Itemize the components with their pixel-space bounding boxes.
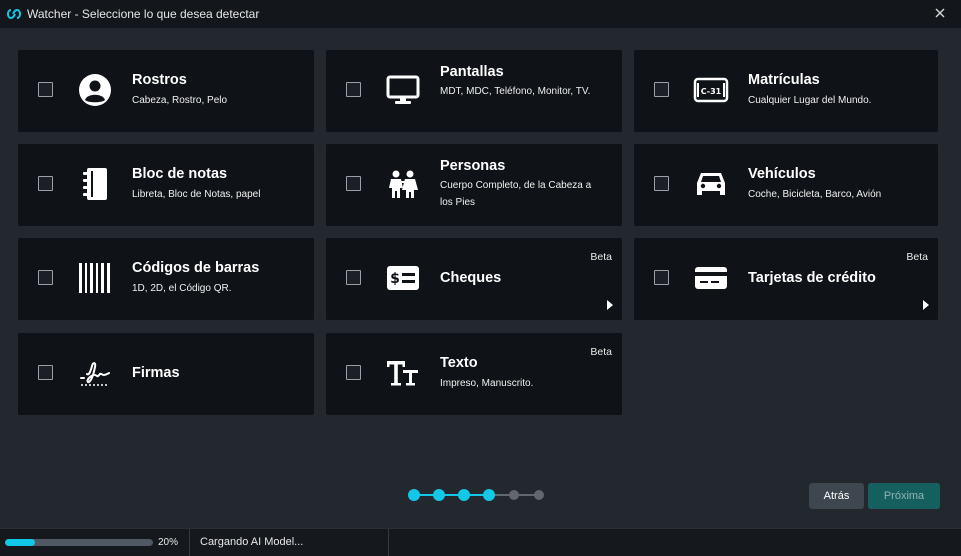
- text-icon: [384, 354, 422, 392]
- progress-percent: 20%: [158, 537, 179, 548]
- card-title: Firmas: [132, 365, 180, 381]
- option-card-bloc-de-notas[interactable]: Bloc de notas Libreta, Bloc de Notas, pa…: [18, 144, 314, 226]
- loading-progress-fill: [5, 539, 35, 546]
- next-button[interactable]: Próxima: [868, 483, 940, 509]
- rostros-checkbox[interactable]: [38, 82, 53, 97]
- option-card-matriculas[interactable]: C-31 Matrículas Cualquier Lugar del Mund…: [634, 50, 938, 132]
- step-dot-3: [458, 488, 470, 501]
- step-dot-1: [408, 488, 420, 501]
- people-icon: [384, 165, 422, 203]
- card-title: Matrículas: [748, 72, 820, 88]
- face-icon: [76, 71, 114, 109]
- credit-card-icon: [692, 259, 730, 297]
- step-dot-2: [433, 488, 445, 501]
- play-icon[interactable]: [923, 300, 929, 310]
- tarjetas-checkbox[interactable]: [654, 270, 669, 285]
- card-description: Coche, Bicicleta, Barco, Avión: [748, 189, 882, 200]
- card-description: Cuerpo Completo, de la Cabeza a los Pies: [440, 180, 592, 208]
- beta-badge: Beta: [590, 346, 612, 358]
- cheques-checkbox[interactable]: [346, 270, 361, 285]
- card-title: Texto: [440, 355, 478, 371]
- window-title: Watcher - Seleccione lo que desea detect…: [27, 7, 260, 21]
- notebook-icon: [76, 165, 114, 203]
- status-message: Cargando AI Model...: [200, 536, 304, 548]
- step-dot-4: [483, 488, 495, 501]
- step-dot-5: [509, 489, 519, 500]
- status-separator: [189, 529, 190, 556]
- card-description: MDT, MDC, Teléfono, Monitor, TV.: [440, 86, 591, 97]
- card-title: Cheques: [440, 270, 502, 286]
- card-title: Vehículos: [748, 166, 816, 182]
- option-card-personas[interactable]: Personas Cuerpo Completo, de la Cabeza a…: [326, 144, 622, 226]
- status-bar: 20% Cargando AI Model...: [0, 528, 961, 556]
- option-card-rostros[interactable]: Rostros Cabeza, Rostro, Pelo: [18, 50, 314, 132]
- codigos-checkbox[interactable]: [38, 270, 53, 285]
- back-button[interactable]: Atrás: [809, 483, 864, 509]
- card-description: Libreta, Bloc de Notas, papel: [132, 189, 261, 200]
- barcode-icon: [76, 259, 114, 297]
- watcher-logo-icon: [7, 8, 21, 20]
- texto-checkbox[interactable]: [346, 365, 361, 380]
- monitor-icon: [384, 71, 422, 109]
- status-separator: [388, 529, 389, 556]
- card-title: Pantallas: [440, 64, 504, 80]
- close-icon[interactable]: [933, 6, 947, 20]
- card-title: Rostros: [132, 72, 187, 88]
- option-card-firmas[interactable]: Firmas: [18, 333, 314, 415]
- bloc-checkbox[interactable]: [38, 176, 53, 191]
- step-indicator: [408, 488, 546, 501]
- title-bar: Watcher - Seleccione lo que desea detect…: [0, 0, 961, 28]
- option-card-codigos-de-barras[interactable]: Códigos de barras 1D, 2D, el Código QR.: [18, 238, 314, 320]
- beta-badge: Beta: [590, 251, 612, 263]
- signature-icon: [76, 354, 114, 392]
- card-title: Personas: [440, 158, 506, 174]
- card-title: Bloc de notas: [132, 166, 228, 182]
- card-description: 1D, 2D, el Código QR.: [132, 283, 232, 294]
- cheque-icon: $: [384, 259, 422, 297]
- option-card-tarjetas-de-credito[interactable]: Tarjetas de crédito Beta: [634, 238, 938, 320]
- card-title: Tarjetas de crédito: [748, 270, 876, 286]
- option-card-texto[interactable]: Texto Impreso, Manuscrito. Beta: [326, 333, 622, 415]
- card-title: Códigos de barras: [132, 260, 260, 276]
- option-card-cheques[interactable]: $ Cheques Beta: [326, 238, 622, 320]
- beta-badge: Beta: [906, 251, 928, 263]
- car-icon: [692, 165, 730, 203]
- card-description: Cualquier Lugar del Mundo.: [748, 95, 872, 106]
- step-dot-6: [534, 489, 544, 500]
- step-line-active: [414, 494, 490, 496]
- matriculas-checkbox[interactable]: [654, 82, 669, 97]
- play-icon[interactable]: [607, 300, 613, 310]
- card-description: Impreso, Manuscrito.: [440, 378, 534, 389]
- option-card-vehiculos[interactable]: Vehículos Coche, Bicicleta, Barco, Avión: [634, 144, 938, 226]
- firmas-checkbox[interactable]: [38, 365, 53, 380]
- personas-checkbox[interactable]: [346, 176, 361, 191]
- loading-progress-bar: [5, 539, 153, 546]
- pantallas-checkbox[interactable]: [346, 82, 361, 97]
- vehiculos-checkbox[interactable]: [654, 176, 669, 191]
- svg-text:$: $: [390, 271, 400, 287]
- card-description: Cabeza, Rostro, Pelo: [132, 95, 228, 106]
- svg-text:C-31: C-31: [701, 87, 722, 96]
- option-card-pantallas[interactable]: Pantallas MDT, MDC, Teléfono, Monitor, T…: [326, 50, 622, 132]
- license-plate-icon: C-31: [692, 71, 730, 109]
